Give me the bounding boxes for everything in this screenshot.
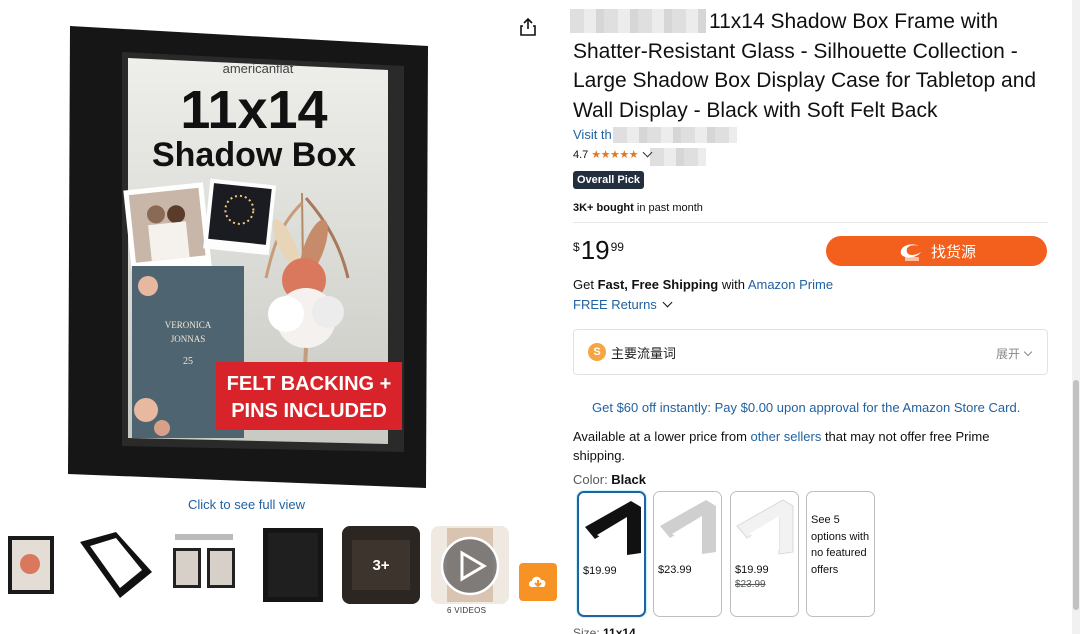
divider xyxy=(573,222,1048,223)
price-fraction: 99 xyxy=(610,240,624,254)
color-swatch-silver[interactable]: $23.99 xyxy=(653,491,722,617)
star-rating-icon: ★★★★★ xyxy=(591,149,639,161)
expand-label: 展开 xyxy=(995,347,1020,361)
headline-product: Shadow Box xyxy=(152,136,356,174)
product-title-text: 11x14 Shadow Box Frame with Shatter-Resi… xyxy=(573,10,1037,123)
frame-swatch-image xyxy=(731,492,798,562)
thumbnail-5[interactable]: 3+ xyxy=(342,526,420,604)
rating-value: 4.7 xyxy=(573,148,589,161)
see-options-text: See 5 options with no featured offers xyxy=(811,514,870,576)
brand-text: americanflat xyxy=(223,61,294,76)
store-card-promo-link[interactable]: Get $60 off instantly: Pay $0.00 upon ap… xyxy=(592,400,1020,415)
banner-line1: FELT BACKING + xyxy=(227,373,392,395)
price-whole: 19 xyxy=(580,235,610,265)
keyword-s-icon: S xyxy=(588,343,606,361)
frame-swatch-image xyxy=(654,492,721,562)
other-sellers-link[interactable]: other sellers xyxy=(751,429,822,444)
price-currency: $ xyxy=(573,240,580,254)
redacted-store-name xyxy=(613,127,737,143)
banner-line2: PINS INCLUDED xyxy=(231,400,387,422)
bought-count-bold: 3K+ bought xyxy=(573,202,634,214)
chevron-down-icon xyxy=(1023,347,1033,356)
overall-pick-badge: Overall Pick xyxy=(573,171,644,189)
size-label: Size: 11x14 xyxy=(573,626,636,634)
alibaba-1688-logo-icon xyxy=(897,240,925,262)
bought-count-rest: in past month xyxy=(633,202,703,214)
color-value: Black xyxy=(611,472,646,487)
see-more-options-swatch[interactable]: See 5 options with no featured offers xyxy=(806,491,875,617)
expand-toggle[interactable]: 展开 xyxy=(995,345,1033,362)
click-to-see-full-view-link[interactable]: Click to see full view xyxy=(188,497,305,512)
scrollbar-thumb[interactable] xyxy=(1073,380,1079,610)
frame-swatch-image xyxy=(579,493,644,563)
shipping-info: Get Fast, Free Shipping with Amazon Prim… xyxy=(573,277,833,292)
price: $ 19 99 xyxy=(573,236,624,264)
find-source-button[interactable]: 找货源 xyxy=(826,236,1047,266)
share-icon[interactable] xyxy=(517,16,539,38)
product-title: 11x14 Shadow Box Frame with Shatter-Resi… xyxy=(573,7,1063,126)
rating-row[interactable]: 4.7 ★★★★★ xyxy=(573,147,653,161)
lower-price-prefix: Available at a lower price from xyxy=(573,429,751,444)
color-label: Color: Black xyxy=(573,472,646,487)
color-label-prefix: Color: xyxy=(573,472,612,487)
chevron-down-icon xyxy=(642,147,653,158)
size-value: 11x14 xyxy=(603,626,636,634)
find-source-label: 找货源 xyxy=(930,243,976,261)
invite-names2: JONNAS xyxy=(171,334,206,344)
thumbnail-3[interactable] xyxy=(165,526,243,604)
color-swatch-white[interactable]: $19.99 $23.99 xyxy=(730,491,799,617)
scrollbar[interactable] xyxy=(1072,0,1080,634)
free-returns-label: FREE Returns xyxy=(573,297,657,312)
swatch-old-price: $23.99 xyxy=(735,579,766,590)
keywords-label: 主要流量词 xyxy=(611,345,677,361)
lower-price-notice: Available at a lower price from other se… xyxy=(573,427,1043,465)
invite-date: 25 xyxy=(183,356,193,367)
invite-names: VERONICA xyxy=(165,320,212,330)
swatch-price: $23.99 xyxy=(658,564,692,576)
main-product-image[interactable]: americanflat 11x14 Shadow Box VERONICA J… xyxy=(66,18,430,490)
shipping-mid: with xyxy=(718,277,748,292)
cloud-download-icon xyxy=(529,576,546,588)
videos-count-label: 6 VIDEOS xyxy=(447,606,487,615)
thumbnail-2[interactable] xyxy=(76,526,154,604)
video-thumbnail[interactable] xyxy=(431,526,509,604)
headline-size: 11x14 xyxy=(180,80,327,140)
swatch-price: $19.99 xyxy=(583,565,617,577)
thumbnail-1[interactable] xyxy=(0,526,64,604)
visit-store-link[interactable]: Visit th xyxy=(573,127,612,142)
redacted-review-count xyxy=(650,148,706,166)
shipping-bold: Fast, Free Shipping xyxy=(597,277,719,292)
amazon-prime-link[interactable]: Amazon Prime xyxy=(748,277,833,292)
chevron-down-icon xyxy=(662,297,673,308)
bought-count: 3K+ bought in past month xyxy=(573,202,703,214)
free-returns-link[interactable]: FREE Returns xyxy=(573,297,673,312)
thumb-count-badge: 3+ xyxy=(372,557,389,574)
download-button[interactable] xyxy=(519,563,557,601)
size-label-prefix: Size: xyxy=(573,626,604,634)
shipping-prefix: Get xyxy=(573,277,598,292)
thumbnail-4[interactable] xyxy=(253,526,331,604)
color-swatch-black[interactable]: $19.99 xyxy=(577,491,646,617)
swatch-price: $19.99 xyxy=(735,564,769,576)
main-traffic-keywords-panel[interactable]: S 主要流量词 展开 xyxy=(573,329,1048,375)
